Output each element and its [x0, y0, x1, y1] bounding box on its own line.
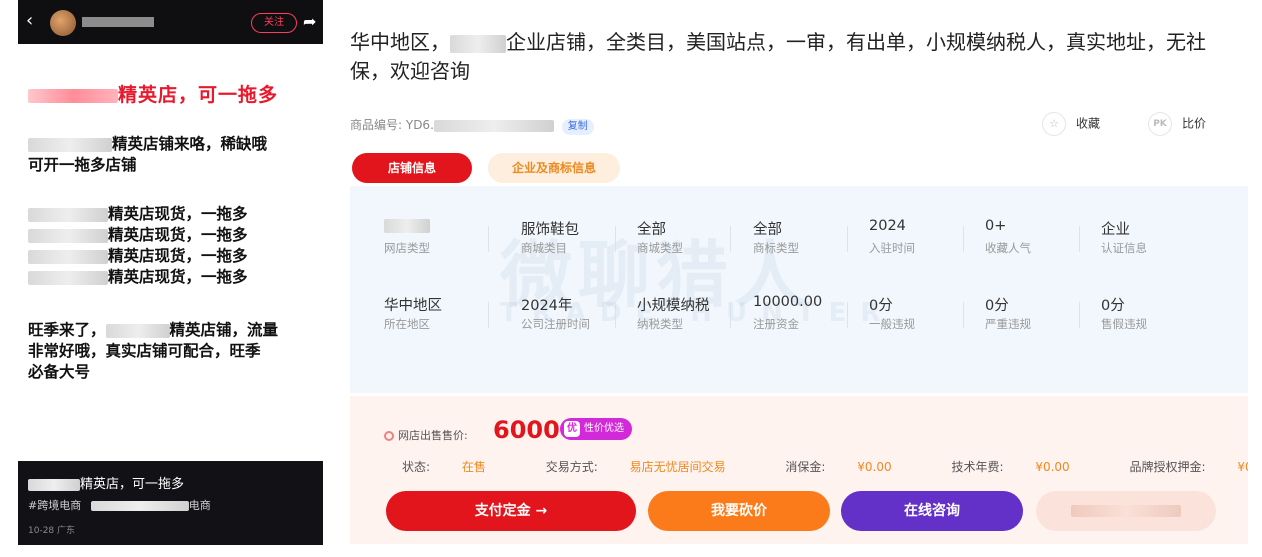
- tab-company-trademark[interactable]: 企业及商标信息: [488, 153, 620, 183]
- post-paragraph-2: 精英店现货，一拖多 精英店现货，一拖多 精英店现货，一拖多 精英店现货，一拖多: [28, 204, 248, 288]
- avatar[interactable]: [50, 10, 76, 36]
- redacted-text: [90, 501, 189, 511]
- info-counterfeit-violation: 0分 售假违规: [1101, 298, 1147, 331]
- compare-button[interactable]: PK 比价: [1148, 112, 1206, 136]
- bargain-button[interactable]: 我要砍价: [648, 491, 830, 531]
- info-region: 华中地区 所在地区: [384, 298, 442, 331]
- annual-fee-field: 技术年费: ¥0.00: [951, 460, 1070, 474]
- share-icon[interactable]: ➦: [303, 12, 316, 31]
- chevron-left-icon[interactable]: ‹: [26, 10, 33, 32]
- redacted-button[interactable]: [1036, 491, 1216, 531]
- phone-top-bar: ‹ 关注 ➦: [18, 0, 323, 44]
- redacted-text: [28, 207, 108, 222]
- shop-info-panel: 微聊猎人 TRADE HUNTER 网店类型 服饰鞋包 商城类目 全部 商城类型…: [350, 186, 1248, 393]
- pay-deposit-button[interactable]: 支付定金 →: [386, 491, 636, 531]
- deposit-field: 消保金: ¥0.00: [785, 460, 892, 474]
- redacted-text: [28, 270, 108, 285]
- value-pick-badge: 优性价优选: [560, 418, 632, 440]
- post-paragraph-1: 精英店铺来咯，稀缺哦 可开一拖多店铺: [28, 135, 268, 174]
- deal-terms-row: 状态: 在售 交易方式: 易店无忧居间交易 消保金: ¥0.00 技术年费: ¥…: [402, 458, 1248, 475]
- trade-method-field: 交易方式: 易店无忧居间交易: [545, 460, 726, 474]
- phone-footer: 精英店，可一拖多 #跨境电商 电商 10-28 广东: [18, 461, 323, 545]
- price-label: 网店出售售价:: [384, 427, 468, 443]
- tab-shop-info[interactable]: 店铺信息: [352, 153, 472, 183]
- info-certification: 企业 认证信息: [1101, 222, 1147, 255]
- online-consult-button[interactable]: 在线咨询: [841, 491, 1023, 531]
- redacted-text: [105, 323, 170, 338]
- redacted-text: [433, 119, 554, 132]
- hashtag[interactable]: #跨境电商: [28, 499, 81, 512]
- favorite-button[interactable]: ☆ 收藏: [1042, 112, 1100, 136]
- redacted-text: [450, 34, 506, 53]
- product-headline: 华中地区， 企业店铺，全类目，美国站点，一审，有出单，小规模纳税人，真实地址，无社…: [350, 30, 1206, 83]
- brand-deposit-field: 品牌授权押金: ¥0: [1129, 460, 1249, 474]
- status-field: 状态: 在售: [402, 460, 486, 474]
- product-code: 商品编号: YD6. 复制: [350, 116, 594, 135]
- redacted-text: [28, 137, 112, 152]
- redacted-text: [28, 249, 108, 264]
- info-shop-type: 网店类型: [384, 218, 494, 256]
- redacted-text: [28, 88, 118, 103]
- redacted-text: [1071, 505, 1181, 517]
- redacted-text: [28, 478, 80, 491]
- post-date: 10-28 广东: [28, 526, 76, 536]
- star-icon: ☆: [1042, 112, 1066, 136]
- pk-icon: PK: [1148, 112, 1172, 136]
- post-paragraph-3: 旺季来了， 精英店铺，流量 非常好哦，真实店铺可配合，旺季 必备大号: [28, 321, 279, 381]
- redacted-text: [28, 228, 108, 243]
- badge-icon: 优: [564, 421, 580, 437]
- price-dot-icon: [384, 431, 394, 441]
- follow-button[interactable]: 关注: [251, 13, 297, 33]
- copy-button[interactable]: 复制: [561, 119, 594, 135]
- footer-tags: #跨境电商 电商: [28, 499, 211, 512]
- phone-post-panel: ‹ 关注 ➦ 精英店，可一拖多 精英店铺来咯，稀缺哦 可开一拖多店铺 精英店现货…: [18, 0, 323, 545]
- post-title: 精英店，可一拖多: [28, 80, 278, 107]
- price-panel: 网店出售售价: 6000 优性价优选 状态: 在售 交易方式: 易店无忧居间交易…: [350, 396, 1248, 544]
- redacted-text: [384, 219, 430, 233]
- author-name-redacted: [82, 17, 154, 27]
- footer-title: 精英店，可一拖多: [28, 473, 184, 492]
- price-value: 6000: [493, 416, 560, 444]
